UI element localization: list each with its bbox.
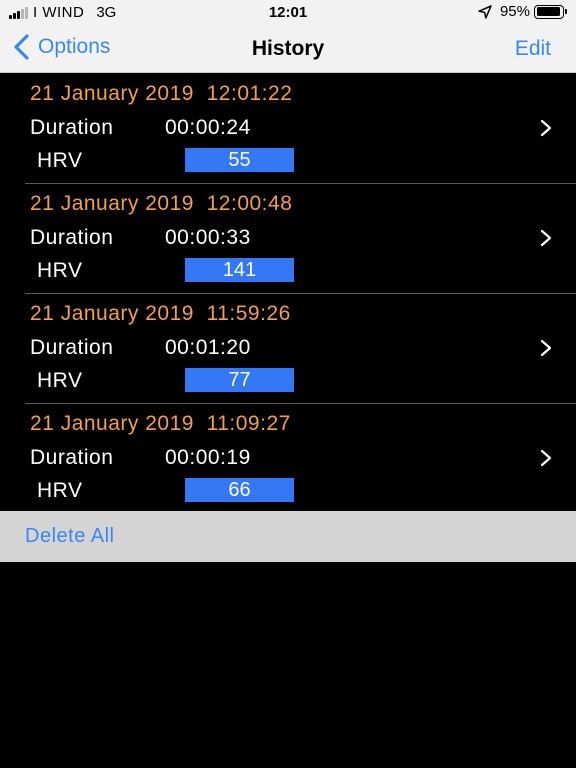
hrv-label: HRV — [37, 149, 83, 172]
history-row[interactable]: 21 January 2019 12:00:48 Duration 00:00:… — [0, 184, 576, 293]
duration-label: Duration — [30, 336, 114, 359]
battery-icon — [534, 4, 568, 19]
duration-value: 00:00:19 — [165, 446, 251, 469]
footer-bar: Delete All — [0, 511, 576, 562]
hrv-label: HRV — [37, 479, 83, 502]
duration-label: Duration — [30, 116, 114, 139]
chevron-right-icon — [540, 229, 552, 247]
chevron-right-icon — [540, 119, 552, 137]
hrv-label: HRV — [37, 259, 83, 282]
session-date: 21 January 2019 11:59:26 — [30, 302, 291, 325]
delete-all-button[interactable]: Delete All — [25, 525, 115, 548]
session-date: 21 January 2019 12:01:22 — [30, 82, 293, 105]
history-list: 21 January 2019 12:01:22 Duration 00:00:… — [0, 74, 576, 513]
navigation-bar: Options History Edit — [0, 24, 576, 73]
hrv-value-badge: 141 — [185, 258, 294, 282]
duration-value: 00:00:33 — [165, 226, 251, 249]
history-row[interactable]: 21 January 2019 12:01:22 Duration 00:00:… — [0, 74, 576, 183]
history-row[interactable]: 21 January 2019 11:59:26 Duration 00:01:… — [0, 294, 576, 403]
page-title: History — [251, 37, 325, 60]
hrv-value-badge: 55 — [185, 148, 294, 172]
session-date: 21 January 2019 11:09:27 — [30, 412, 291, 435]
duration-value: 00:01:20 — [165, 336, 251, 359]
chevron-right-icon — [540, 339, 552, 357]
hrv-label: HRV — [37, 369, 83, 392]
status-right: 95% — [478, 3, 568, 20]
hrv-value-badge: 77 — [185, 368, 294, 392]
session-date: 21 January 2019 12:00:48 — [30, 192, 293, 215]
duration-label: Duration — [30, 226, 114, 249]
history-row[interactable]: 21 January 2019 11:09:27 Duration 00:00:… — [0, 404, 576, 513]
hrv-value-badge: 66 — [185, 478, 294, 502]
chevron-right-icon — [540, 449, 552, 467]
edit-button[interactable]: Edit — [515, 37, 551, 61]
battery-percent: 95% — [499, 3, 530, 20]
duration-label: Duration — [30, 446, 114, 469]
location-arrow-icon — [478, 4, 492, 19]
status-bar: I WIND 3G 12:01 95% — [0, 0, 576, 24]
duration-value: 00:00:24 — [165, 116, 251, 139]
